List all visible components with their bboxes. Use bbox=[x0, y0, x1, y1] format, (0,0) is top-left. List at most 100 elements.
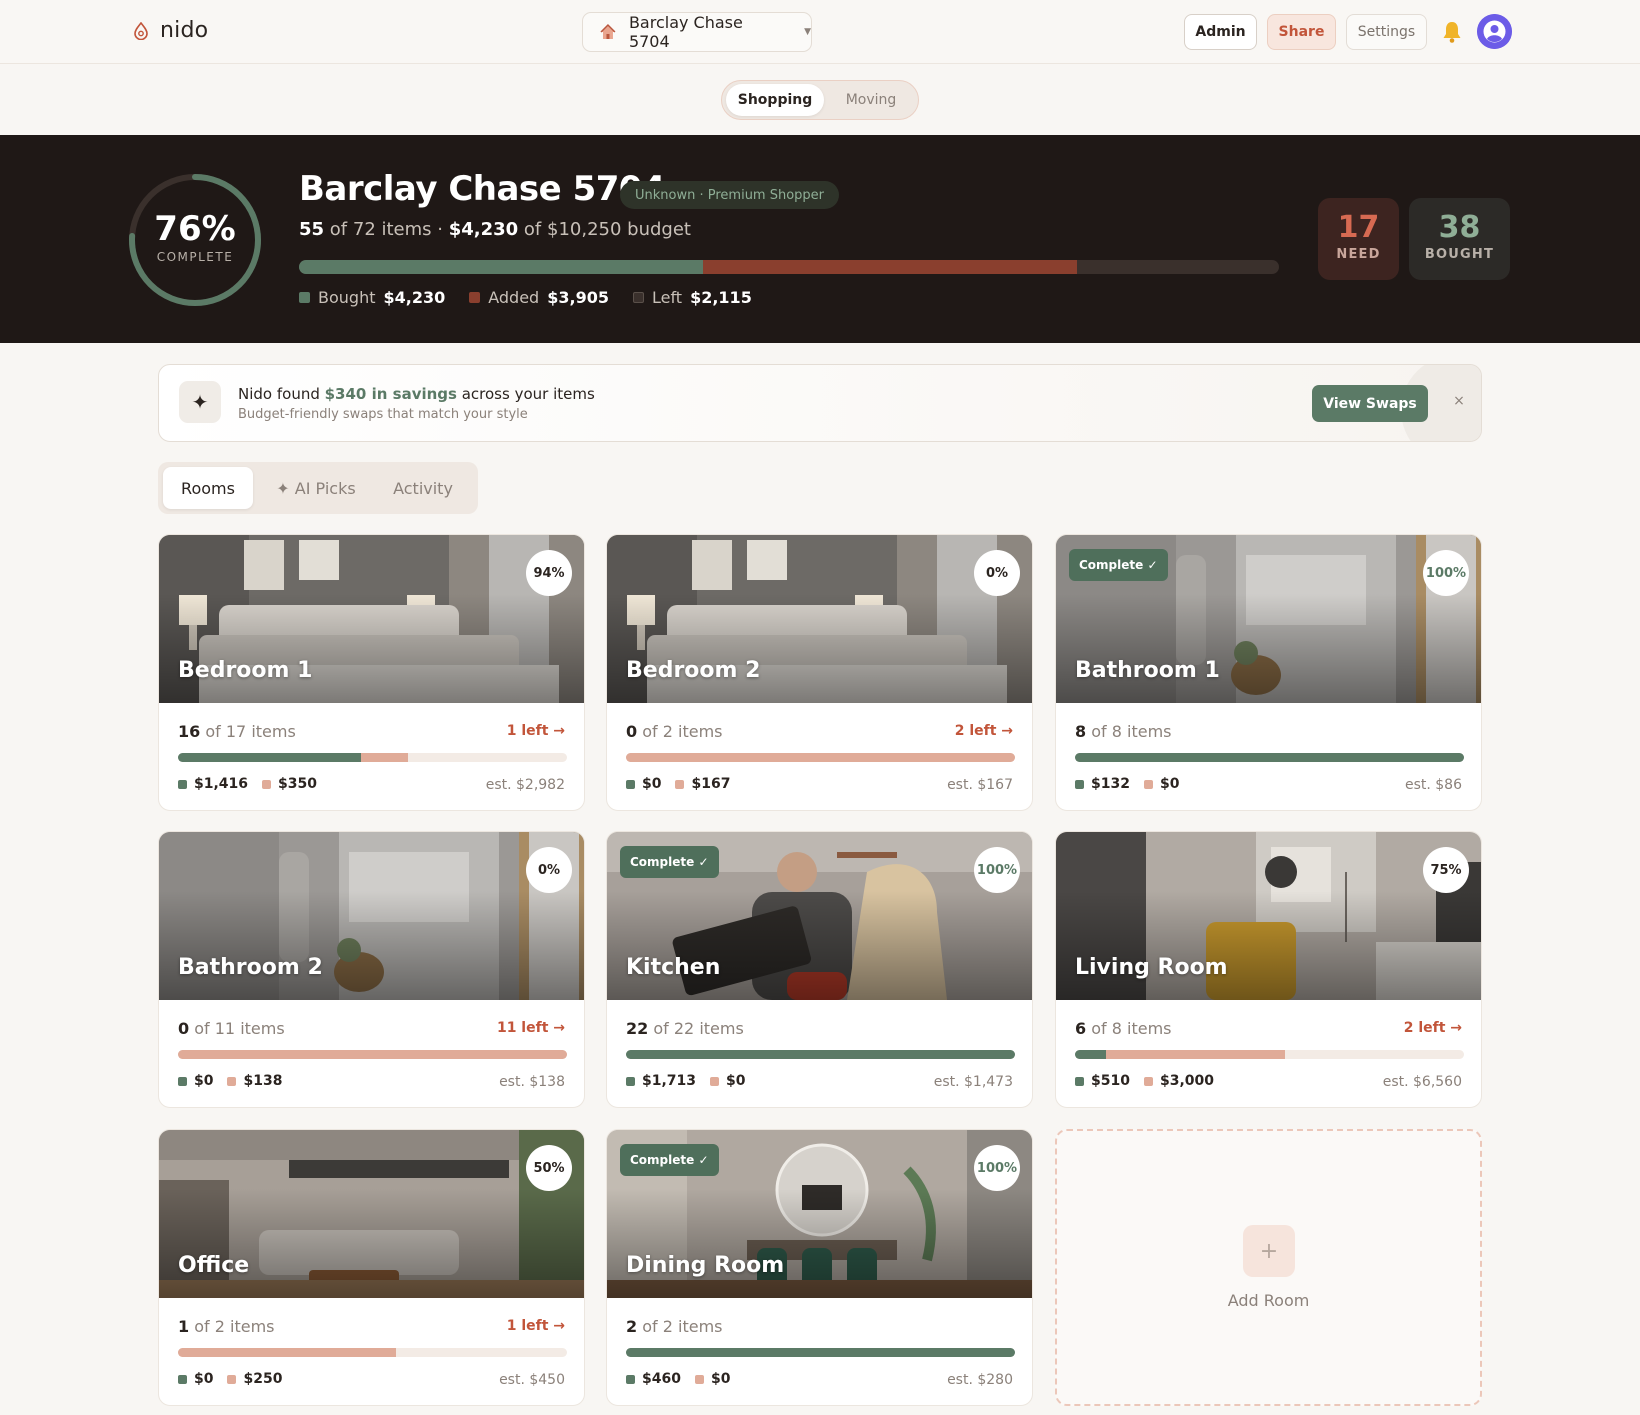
room-legend: $1,416 $350 bbox=[178, 776, 317, 792]
room-added: $138 bbox=[227, 1073, 282, 1089]
room-estimate: est. $86 bbox=[1404, 777, 1462, 793]
room-card[interactable]: Bedroom 1 94% 16 of 17 items 1 left → $1… bbox=[158, 534, 585, 811]
room-count-bought: 0 bbox=[626, 722, 638, 741]
close-icon[interactable]: × bbox=[1449, 393, 1469, 413]
budget-bar-bought bbox=[299, 260, 704, 274]
legend-bought-value: $4,230 bbox=[383, 288, 446, 307]
room-legend: $460 $0 bbox=[626, 1371, 730, 1387]
items-left-link[interactable]: 1 left → bbox=[507, 723, 565, 739]
user-icon bbox=[1477, 14, 1512, 49]
tab-activity[interactable]: Activity bbox=[378, 467, 468, 509]
home-selector-label: Barclay Chase 5704 bbox=[628, 13, 743, 51]
room-bar-bought bbox=[1075, 753, 1464, 762]
legend-left-value: $2,115 bbox=[690, 288, 752, 307]
room-bought-value: $132 bbox=[1091, 776, 1130, 792]
need-count: 17 bbox=[1337, 210, 1380, 245]
room-progress-bar bbox=[1075, 753, 1464, 762]
room-item-count: 0 of 11 items bbox=[178, 1019, 285, 1038]
room-added-value: $167 bbox=[691, 776, 731, 792]
bell-icon[interactable] bbox=[1441, 20, 1463, 44]
complete-tag: Complete ✓ bbox=[1069, 549, 1168, 581]
room-legend: $1,713 $0 bbox=[626, 1073, 746, 1089]
room-count-total: of 11 items bbox=[194, 1019, 285, 1038]
legend-added-label: Added bbox=[488, 288, 540, 307]
bought-swatch bbox=[178, 1076, 187, 1086]
items-bought-count: 55 bbox=[299, 219, 325, 240]
legend-added-value: $3,905 bbox=[547, 288, 609, 307]
left-swatch bbox=[632, 292, 644, 303]
room-bought-value: $0 bbox=[642, 776, 662, 792]
items-left-link[interactable]: 2 left → bbox=[955, 723, 1013, 739]
settings-button[interactable]: Settings bbox=[1346, 14, 1427, 50]
room-bought: $460 bbox=[626, 1371, 681, 1387]
room-card[interactable]: Bedroom 2 0% 0 of 2 items 2 left → $0 $1… bbox=[606, 534, 1033, 811]
room-count-total: of 8 items bbox=[1091, 1019, 1172, 1038]
bought-stat[interactable]: 38 BOUGHT bbox=[1409, 198, 1510, 280]
room-count-bought: 16 bbox=[178, 722, 201, 741]
mode-moving-tab[interactable]: Moving bbox=[826, 84, 916, 116]
logo[interactable]: nido bbox=[132, 18, 208, 43]
room-percent: 0% bbox=[974, 550, 1020, 596]
room-item-count: 6 of 8 items bbox=[1075, 1019, 1172, 1038]
mode-shopping-tab[interactable]: Shopping bbox=[726, 84, 824, 116]
view-swaps-button[interactable]: View Swaps bbox=[1312, 385, 1428, 422]
room-progress-bar bbox=[626, 1348, 1015, 1357]
add-room-button[interactable]: + Add Room bbox=[1055, 1129, 1482, 1406]
room-progress-bar bbox=[1075, 1050, 1464, 1059]
room-added-value: $0 bbox=[726, 1073, 746, 1089]
need-label: NEED bbox=[1336, 247, 1381, 262]
room-progress-bar bbox=[178, 1050, 567, 1059]
room-bought: $510 bbox=[1075, 1073, 1130, 1089]
items-left-link[interactable]: 11 left → bbox=[497, 1020, 565, 1036]
tab-rooms[interactable]: Rooms bbox=[163, 467, 253, 509]
items-of-text: of 72 items · bbox=[329, 219, 443, 240]
room-card[interactable]: Kitchen 100% Complete ✓ 22 of 22 items $… bbox=[606, 831, 1033, 1108]
added-swatch bbox=[469, 292, 481, 303]
complete-tag: Complete ✓ bbox=[620, 846, 719, 878]
need-stat[interactable]: 17 NEED bbox=[1318, 198, 1399, 280]
room-percent: 50% bbox=[526, 1145, 572, 1191]
room-name: Bathroom 1 bbox=[1075, 658, 1220, 683]
share-button[interactable]: Share bbox=[1267, 14, 1336, 50]
admin-button[interactable]: Admin bbox=[1184, 14, 1257, 50]
items-left-link[interactable]: 2 left → bbox=[1404, 1020, 1462, 1036]
room-card[interactable]: Dining Room 100% Complete ✓ 2 of 2 items… bbox=[606, 1129, 1033, 1406]
savings-subtitle: Budget-friendly swaps that match your st… bbox=[238, 407, 528, 422]
room-photo: Dining Room 100% Complete ✓ bbox=[607, 1130, 1032, 1298]
room-estimate: est. $2,982 bbox=[485, 777, 565, 793]
room-photo: Kitchen 100% Complete ✓ bbox=[607, 832, 1032, 1000]
room-added: $250 bbox=[227, 1371, 282, 1387]
savings-amount: $340 in savings bbox=[324, 385, 457, 403]
room-name: Living Room bbox=[1075, 955, 1228, 980]
room-card[interactable]: Bathroom 2 0% 0 of 11 items 11 left → $0… bbox=[158, 831, 585, 1108]
room-legend: $0 $250 bbox=[178, 1371, 282, 1387]
room-count-bought: 1 bbox=[178, 1317, 190, 1336]
avatar[interactable] bbox=[1477, 14, 1512, 49]
room-bar-added bbox=[626, 753, 1015, 762]
room-bar-bought bbox=[626, 1348, 1015, 1357]
room-estimate: est. $167 bbox=[947, 777, 1013, 793]
room-added: $3,000 bbox=[1143, 1073, 1214, 1089]
room-photo: Bathroom 2 0% bbox=[159, 832, 584, 1000]
room-count-bought: 2 bbox=[626, 1317, 638, 1336]
plus-icon: + bbox=[1243, 1225, 1295, 1277]
room-name: Dining Room bbox=[626, 1253, 785, 1278]
room-card[interactable]: Living Room 75% 6 of 8 items 2 left → $5… bbox=[1055, 831, 1482, 1108]
room-progress-bar bbox=[626, 1050, 1015, 1059]
room-legend: $0 $167 bbox=[626, 776, 730, 792]
home-selector[interactable]: Barclay Chase 5704 ▼ bbox=[582, 12, 812, 52]
items-left-link[interactable]: 1 left → bbox=[507, 1318, 565, 1334]
room-legend: $132 $0 bbox=[1075, 776, 1179, 792]
room-card[interactable]: Bathroom 1 100% Complete ✓ 8 of 8 items … bbox=[1055, 534, 1482, 811]
savings-banner: ✦ Nido found $340 in savings across your… bbox=[158, 364, 1482, 442]
home-title: Barclay Chase 5704 bbox=[299, 169, 666, 209]
room-card[interactable]: Office 50% 1 of 2 items 1 left → $0 $250… bbox=[158, 1129, 585, 1406]
room-bar-added bbox=[360, 753, 408, 762]
room-bought: $0 bbox=[626, 776, 661, 792]
room-bought-value: $1,416 bbox=[194, 776, 249, 792]
room-added-value: $3,000 bbox=[1159, 1073, 1214, 1089]
bought-swatch bbox=[626, 1374, 635, 1384]
room-name: Office bbox=[178, 1253, 250, 1278]
tab-ai-picks[interactable]: ✦ AI Picks bbox=[261, 467, 371, 509]
added-swatch bbox=[1143, 1076, 1153, 1086]
